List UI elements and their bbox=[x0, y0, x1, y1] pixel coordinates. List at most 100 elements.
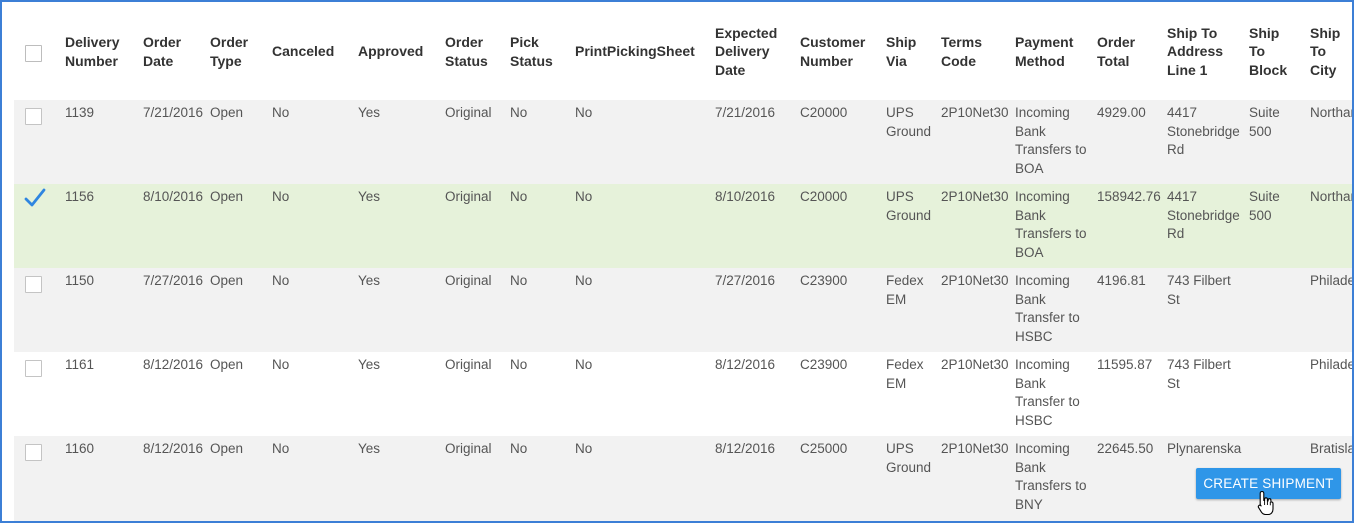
row-select-checkbox[interactable] bbox=[25, 360, 42, 377]
column-header-expected-delivery-date[interactable]: Expected Delivery Date bbox=[715, 4, 777, 99]
cell-terms-code: 2P10Net30 bbox=[941, 189, 1009, 204]
cell-canceled: No bbox=[272, 189, 290, 204]
cell-canceled: No bbox=[272, 357, 290, 372]
cell-pick-status: No bbox=[510, 357, 528, 372]
cell-order-status: Original bbox=[445, 441, 492, 456]
column-header-customer-number[interactable]: Customer Number bbox=[800, 4, 865, 99]
column-header-ship-to-block[interactable]: Ship To Block bbox=[1249, 4, 1287, 99]
hand-pointer-icon bbox=[1257, 490, 1274, 516]
cell-order-total: 11595.87 bbox=[1097, 357, 1153, 372]
cell-print-picking-sheet: No bbox=[575, 105, 593, 120]
cell-payment-method: Incoming Bank Transfer to HSBC bbox=[1015, 273, 1080, 344]
cell-approved: Yes bbox=[358, 273, 381, 288]
cell-delivery-number: 1150 bbox=[65, 273, 95, 288]
cell-ship-to-address-line1: Plynarenska bbox=[1167, 441, 1242, 456]
cell-ship-to-city: Northampton bbox=[1310, 189, 1352, 204]
column-header-canceled[interactable]: Canceled bbox=[272, 4, 334, 99]
cell-expected-delivery-date: 7/21/2016 bbox=[715, 105, 776, 120]
cell-order-type: Open bbox=[210, 105, 244, 120]
table-row[interactable]: 1156 8/10/2016 Open No Yes Original No No 8/10/2… bbox=[14, 184, 1352, 268]
cell-print-picking-sheet: No bbox=[575, 357, 593, 372]
cell-pick-status: No bbox=[510, 441, 528, 456]
cell-ship-via: Fedex EM bbox=[886, 273, 924, 307]
checkmark-icon[interactable] bbox=[23, 186, 47, 210]
column-header-approved[interactable]: Approved bbox=[358, 4, 423, 99]
cell-ship-to-address-line1: 743 Filbert St bbox=[1167, 357, 1231, 391]
cell-payment-method: Incoming Bank Transfers to BNY bbox=[1015, 441, 1087, 512]
column-header-print-picking-sheet[interactable]: PrintPickingSheet bbox=[575, 4, 695, 99]
cell-expected-delivery-date: 8/12/2016 bbox=[715, 441, 776, 456]
column-header-payment-method[interactable]: Payment Method bbox=[1015, 4, 1073, 99]
cell-customer-number: C20000 bbox=[800, 189, 848, 204]
cell-terms-code: 2P10Net30 bbox=[941, 441, 1009, 456]
delivery-orders-grid: Delivery Number Order Date Order Type Cance… bbox=[0, 0, 1354, 523]
column-header-ship-via[interactable]: Ship Via bbox=[886, 4, 916, 99]
cell-expected-delivery-date: 7/27/2016 bbox=[715, 273, 776, 288]
cell-payment-method: Incoming Bank Transfer to HSBC bbox=[1015, 357, 1080, 428]
cell-expected-delivery-date: 8/12/2016 bbox=[715, 357, 776, 372]
column-header-ship-to-address-line1[interactable]: Ship To Address Line 1 bbox=[1167, 4, 1223, 99]
cell-approved: Yes bbox=[358, 357, 381, 372]
cell-canceled: No bbox=[272, 105, 290, 120]
cell-terms-code: 2P10Net30 bbox=[941, 273, 1009, 288]
cell-ship-via: UPS Ground bbox=[886, 105, 932, 139]
cell-ship-to-address-line1: 743 Filbert St bbox=[1167, 273, 1231, 307]
cell-print-picking-sheet: No bbox=[575, 441, 593, 456]
cell-canceled: No bbox=[272, 441, 290, 456]
cell-customer-number: C23900 bbox=[800, 273, 848, 288]
cell-pick-status: No bbox=[510, 105, 528, 120]
column-header-terms-code[interactable]: Terms Code bbox=[941, 4, 982, 99]
cell-ship-to-city: Northampton bbox=[1310, 105, 1352, 120]
column-header-order-status[interactable]: Order Status bbox=[445, 4, 488, 99]
cell-terms-code: 2P10Net30 bbox=[941, 357, 1009, 372]
cell-order-type: Open bbox=[210, 273, 244, 288]
cell-terms-code: 2P10Net30 bbox=[941, 105, 1009, 120]
cell-order-total: 4196.81 bbox=[1097, 273, 1146, 288]
cell-delivery-number: 1160 bbox=[65, 441, 95, 456]
table-row[interactable]: 1160 8/12/2016 Open No Yes Original No No 8/12/2… bbox=[14, 436, 1352, 521]
cell-delivery-number: 1156 bbox=[65, 189, 95, 204]
select-all-checkbox[interactable] bbox=[25, 45, 42, 62]
cell-ship-to-city: Bratislava bbox=[1310, 441, 1352, 456]
cell-order-type: Open bbox=[210, 189, 244, 204]
row-select-checkbox[interactable] bbox=[25, 108, 42, 125]
grid-header: Delivery Number Order Date Order Type Cance… bbox=[14, 4, 1352, 99]
cell-ship-to-block: Suite 500 bbox=[1249, 105, 1280, 139]
cell-order-date: 8/12/2016 bbox=[143, 441, 204, 456]
cell-order-date: 7/21/2016 bbox=[143, 105, 204, 120]
column-header-pick-status[interactable]: Pick Status bbox=[510, 4, 553, 99]
cell-order-type: Open bbox=[210, 441, 244, 456]
cell-ship-to-city: Philadelphia bbox=[1310, 357, 1352, 372]
cell-ship-via: Fedex EM bbox=[886, 357, 924, 391]
cell-order-type: Open bbox=[210, 357, 244, 372]
cell-payment-method: Incoming Bank Transfers to BOA bbox=[1015, 105, 1087, 176]
column-header-delivery-number[interactable]: Delivery Number bbox=[65, 4, 119, 99]
cell-customer-number: C20000 bbox=[800, 105, 848, 120]
cell-canceled: No bbox=[272, 273, 290, 288]
cell-delivery-number: 1161 bbox=[65, 357, 95, 372]
row-select-checkbox[interactable] bbox=[25, 444, 42, 461]
column-header-order-total[interactable]: Order Total bbox=[1097, 4, 1135, 99]
cell-delivery-number: 1139 bbox=[65, 105, 95, 120]
cell-approved: Yes bbox=[358, 105, 381, 120]
cell-order-status: Original bbox=[445, 357, 492, 372]
table-row[interactable]: 1161 8/12/2016 Open No Yes Original No No 8/12/2… bbox=[14, 352, 1352, 436]
cell-ship-via: UPS Ground bbox=[886, 441, 932, 475]
cell-print-picking-sheet: No bbox=[575, 189, 593, 204]
row-select-checkbox[interactable] bbox=[25, 276, 42, 293]
cell-expected-delivery-date: 8/10/2016 bbox=[715, 189, 776, 204]
column-header-ship-to-city[interactable]: Ship To City bbox=[1310, 4, 1352, 99]
cell-order-total: 158942.76 bbox=[1097, 189, 1161, 204]
table-row[interactable]: 1150 7/27/2016 Open No Yes Original No No 7/27/2… bbox=[14, 268, 1352, 352]
cell-approved: Yes bbox=[358, 189, 381, 204]
table-row[interactable]: 1139 7/21/2016 Open No Yes Original No No 7/21/2… bbox=[14, 100, 1352, 184]
cell-order-status: Original bbox=[445, 105, 492, 120]
cell-order-total: 22645.50 bbox=[1097, 441, 1154, 456]
cell-order-date: 8/12/2016 bbox=[143, 357, 204, 372]
cell-ship-to-address-line1: 4417 Stonebridge Rd bbox=[1167, 105, 1240, 157]
cell-customer-number: C23900 bbox=[800, 357, 848, 372]
column-header-order-date[interactable]: Order Date bbox=[143, 4, 181, 99]
column-header-order-type[interactable]: Order Type bbox=[210, 4, 248, 99]
cell-payment-method: Incoming Bank Transfers to BOA bbox=[1015, 189, 1087, 260]
cell-order-status: Original bbox=[445, 189, 492, 204]
